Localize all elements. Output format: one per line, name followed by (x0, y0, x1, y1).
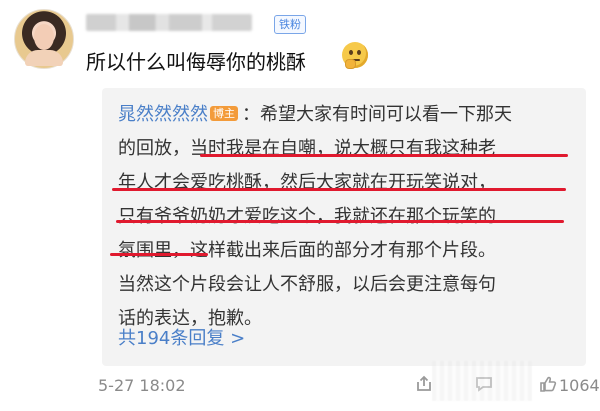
like-icon[interactable] (538, 374, 558, 394)
blurred-username[interactable] (86, 14, 252, 31)
reply-box[interactable]: 晁然然然然 博主 ：希望大家有时间可以看一下那天 的回放，当时我是在自嘲，说大概只有… (102, 88, 586, 366)
reply-content: 晁然然然然 博主 ：希望大家有时间可以看一下那天 的回放，当时我是在自嘲，说大概只有… (118, 98, 578, 336)
user-avatar[interactable] (14, 9, 74, 69)
fan-badge: 铁粉 (274, 15, 306, 34)
reply-line-3: 年人才会爱吃桃酥，然后大家就在开玩笑说对， (118, 172, 496, 193)
reply-line-5: 氛围里，这样截出来后面的部分才有那个片段。 (118, 240, 496, 261)
reply-text-line-1: ：希望大家有时间可以看一下那天 (242, 104, 512, 125)
avatar-face (34, 24, 54, 50)
reply-line-6: 当然这个片段会让人不舒服，以后会更注意每句 (118, 274, 496, 295)
reply-author[interactable]: 晁然然然然 (118, 104, 208, 125)
highlight-underline-2 (112, 188, 566, 191)
reply-line-2: 的回放，当时我是在自嘲，说大概只有我这种老 (118, 138, 496, 159)
emoji-hand (345, 59, 356, 69)
share-icon[interactable] (414, 374, 434, 394)
emoji-right-eye (357, 50, 361, 55)
thinking-face-icon (342, 42, 368, 69)
like-count: 1064 (559, 376, 600, 395)
reply-line-1: 晁然然然然 博主 ：希望大家有时间可以看一下那天 (118, 98, 578, 132)
highlight-underline-1 (200, 154, 568, 157)
highlight-underline-4 (110, 253, 208, 256)
blogger-badge: 博主 (210, 106, 238, 121)
reply-line-4: 只有爷爷奶奶才爱吃这个，我就还在那个玩笑的 (118, 206, 496, 227)
comment-text: 所以什么叫侮辱你的桃酥 (86, 50, 306, 74)
more-replies-link[interactable]: 共194条回复 > (118, 324, 245, 350)
highlight-underline-3 (116, 220, 564, 223)
emoji-left-eye (349, 50, 353, 55)
timestamp: 5-27 18:02 (98, 376, 186, 395)
avatar-shoulders (25, 50, 63, 66)
watermark (432, 361, 532, 401)
